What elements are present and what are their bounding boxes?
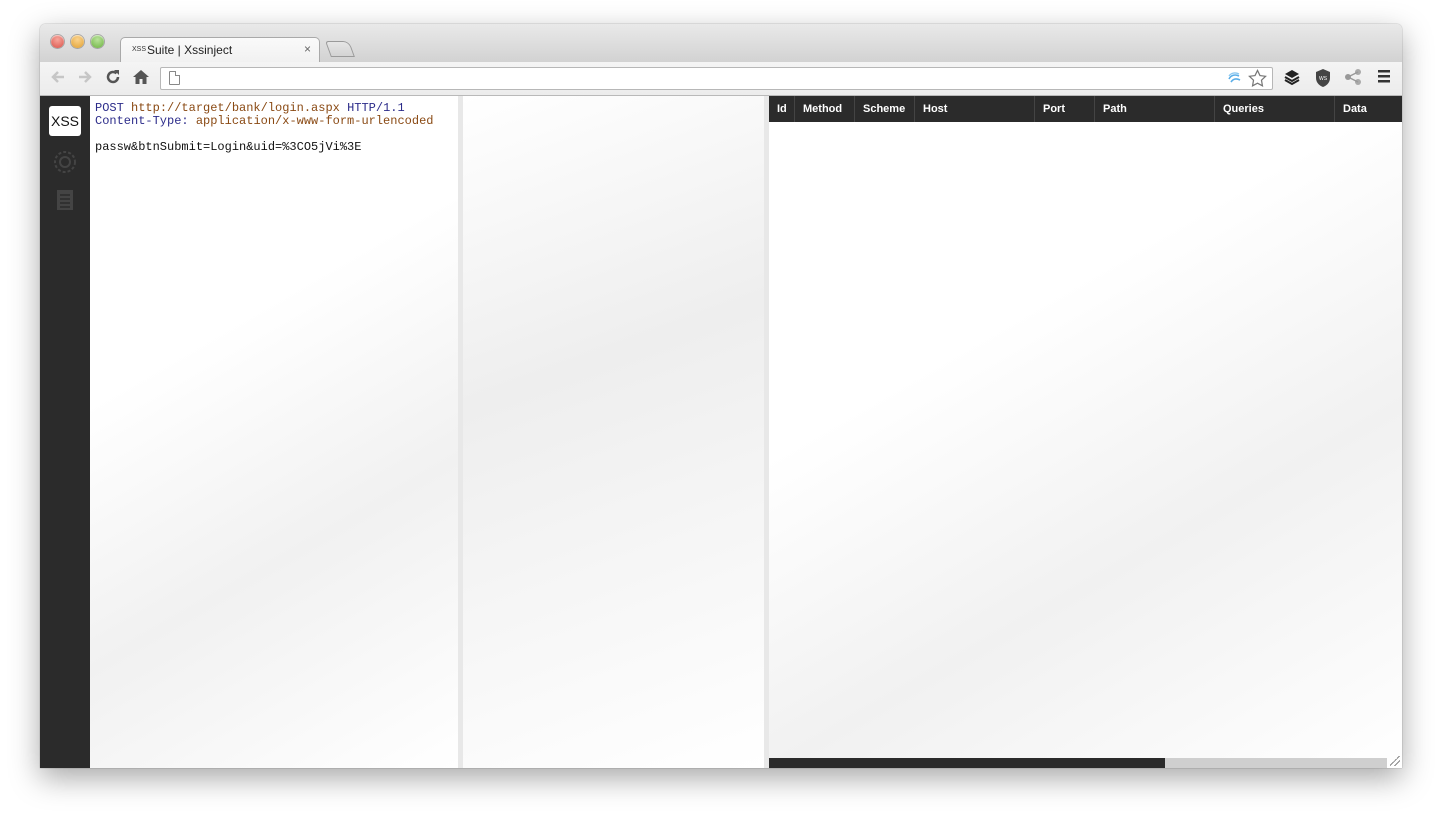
browser-tab[interactable]: XSS Suite | Xssinject × xyxy=(120,37,320,62)
address-input[interactable] xyxy=(185,70,1209,89)
layers-icon[interactable] xyxy=(1281,68,1303,90)
forward-arrow-icon[interactable] xyxy=(75,68,95,88)
tab-strip: XSS Suite | Xssinject × xyxy=(40,24,1402,62)
back-arrow-icon[interactable] xyxy=(48,68,68,88)
window-close-button[interactable] xyxy=(51,35,64,48)
window-maximize-button[interactable] xyxy=(91,35,104,48)
request-http-version: HTTP/1.1 xyxy=(347,101,405,115)
results-pane: Id Method Scheme Host Port Path Queries … xyxy=(769,96,1402,768)
response-pane[interactable] xyxy=(463,96,764,768)
column-header-port[interactable]: Port xyxy=(1035,96,1095,122)
menu-icon[interactable] xyxy=(1373,68,1395,90)
request-editor[interactable]: POST http://target/bank/login.aspx HTTP/… xyxy=(95,102,447,154)
request-url: http://target/bank/login.aspx xyxy=(131,101,340,115)
results-table-header: Id Method Scheme Host Port Path Queries … xyxy=(769,96,1402,122)
tab-favicon: XSS xyxy=(132,46,147,53)
request-method: POST xyxy=(95,101,124,115)
resize-grip-icon[interactable] xyxy=(1390,756,1400,766)
app-content: XSS POST http://target/bank/login.aspx H… xyxy=(40,96,1402,768)
column-header-path[interactable]: Path xyxy=(1095,96,1215,122)
new-tab-button[interactable] xyxy=(325,41,355,57)
tab-close-icon[interactable]: × xyxy=(304,42,311,56)
request-header-value: application/x-www-form-urlencoded xyxy=(195,114,434,128)
request-header-key: Content-Type: xyxy=(95,114,189,128)
page-icon xyxy=(169,71,180,85)
shield-label: WS xyxy=(1319,76,1328,82)
window-minimize-button[interactable] xyxy=(71,35,84,48)
column-header-scheme[interactable]: Scheme xyxy=(855,96,915,122)
column-header-data[interactable]: Data xyxy=(1335,96,1402,122)
horizontal-scrollbar[interactable] xyxy=(769,758,1387,768)
xss-logo-button[interactable]: XSS xyxy=(49,106,81,136)
tab-title: Suite | Xssinject xyxy=(147,43,233,57)
request-body: passw&btnSubmit=Login&uid=%3CO5jVi%3E xyxy=(95,140,362,154)
column-header-queries[interactable]: Queries xyxy=(1215,96,1335,122)
shield-icon[interactable]: WS xyxy=(1312,68,1334,90)
column-header-host[interactable]: Host xyxy=(915,96,1035,122)
target-icon[interactable] xyxy=(53,150,77,174)
request-editor-pane[interactable]: POST http://target/bank/login.aspx HTTP/… xyxy=(90,96,458,768)
column-header-id[interactable]: Id xyxy=(769,96,795,122)
home-icon[interactable] xyxy=(131,68,151,88)
wave-icon[interactable] xyxy=(1226,69,1244,92)
address-bar[interactable] xyxy=(160,67,1273,90)
star-icon[interactable] xyxy=(1248,69,1267,93)
browser-window: XSS Suite | Xssinject × WS XSS POST http… xyxy=(40,24,1402,768)
sidebar: XSS xyxy=(40,96,90,768)
column-header-method[interactable]: Method xyxy=(795,96,855,122)
reload-icon[interactable] xyxy=(103,68,123,88)
browser-toolbar: WS xyxy=(40,62,1402,96)
report-icon[interactable] xyxy=(53,188,77,212)
share-icon[interactable] xyxy=(1342,68,1364,90)
scrollbar-thumb[interactable] xyxy=(769,758,1165,768)
